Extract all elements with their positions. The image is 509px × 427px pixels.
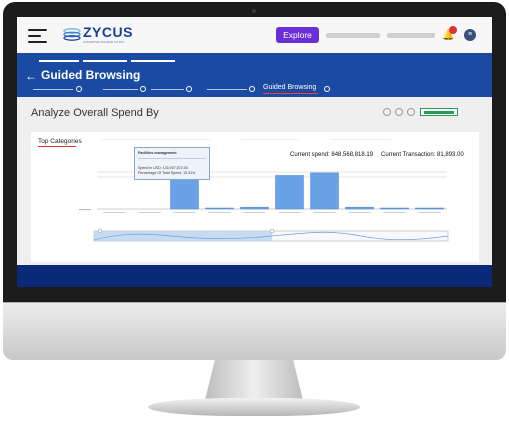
download-icon[interactable] <box>407 108 415 116</box>
tab-line-4 <box>207 89 247 90</box>
x-axis-label-placeholder <box>208 212 231 213</box>
tooltip-spend: Spend in USD: 130,007,572.00 <box>138 166 188 170</box>
tab-step-5[interactable] <box>324 86 330 92</box>
chart-bar <box>380 207 409 210</box>
guided-browsing-header: ← Guided Browsing Guided Browsing <box>17 53 492 97</box>
step-progress-2 <box>83 60 127 62</box>
active-tab-underline <box>263 93 318 94</box>
chart-card: Top Categories Current spend: 848,568,81… <box>31 132 479 262</box>
chart-bar <box>415 207 444 210</box>
action-button[interactable] <box>420 108 458 116</box>
main-content: Analyze Overall Spend By Top Categories … <box>17 97 492 265</box>
range-handle-left <box>97 228 103 234</box>
step-progress-1 <box>39 60 79 62</box>
tab-step-4[interactable] <box>249 86 255 92</box>
section-title: Analyze Overall Spend By <box>31 107 159 119</box>
range-navigator-selection <box>94 231 272 241</box>
logo-tagline: COGNITIVE SOURCE TO PAY <box>83 40 125 44</box>
monitor-chin <box>3 302 506 360</box>
explore-button[interactable]: Explore <box>276 27 319 43</box>
webcam-dot <box>252 9 256 13</box>
x-axis-label-placeholder <box>418 212 441 213</box>
x-axis-label-placeholder <box>383 212 406 213</box>
tooltip-heading: Facilities management <box>138 151 177 155</box>
x-axis-label-placeholder <box>173 212 196 213</box>
logo-text: ZYCUS <box>83 24 133 40</box>
tab-step-3[interactable] <box>186 86 192 92</box>
monitor-stand-neck <box>205 360 303 400</box>
chart-bar <box>205 207 234 210</box>
tooltip-percentage: Percentage Of Total Spend: 15.31% <box>138 171 196 175</box>
chart-bar <box>240 206 269 210</box>
y-axis-tick-placeholder <box>79 209 91 211</box>
monitor-stand-base <box>148 398 360 416</box>
header-placeholder-link-1[interactable] <box>326 33 380 38</box>
x-axis-label-placeholder <box>138 212 161 213</box>
top-bar: ZYCUS COGNITIVE SOURCE TO PAY Explore 🔔 … <box>17 17 492 53</box>
app-screen: ZYCUS COGNITIVE SOURCE TO PAY Explore 🔔 … <box>17 17 492 287</box>
page-title: Guided Browsing <box>41 68 141 82</box>
range-handle-right <box>269 228 275 234</box>
hamburger-menu-icon[interactable] <box>28 29 47 43</box>
chart-bar <box>275 175 304 210</box>
x-axis-label-placeholder <box>313 212 336 213</box>
tab-guided-browsing[interactable]: Guided Browsing <box>263 84 316 91</box>
x-axis-label-placeholder <box>103 212 126 213</box>
x-axis-label-placeholder <box>348 212 371 213</box>
chart-type-icon[interactable] <box>383 108 391 116</box>
chart-bar <box>170 175 199 210</box>
top-categories-chart <box>79 171 449 242</box>
tab-step-2[interactable] <box>140 86 146 92</box>
x-axis-label-placeholder <box>278 212 301 213</box>
header-placeholder-link-2[interactable] <box>387 33 435 38</box>
footer-bar <box>17 265 492 287</box>
chart-bar <box>345 206 374 210</box>
chart-bar <box>310 172 339 210</box>
x-axis-label-placeholder <box>243 212 266 213</box>
tab-line-1 <box>33 89 73 90</box>
tab-step-1[interactable] <box>76 86 82 92</box>
notification-badge <box>449 26 457 34</box>
table-view-icon[interactable] <box>395 108 403 116</box>
tab-line-3 <box>151 89 184 90</box>
tab-line-2 <box>103 89 138 90</box>
user-avatar[interactable]: ≡ <box>464 29 476 41</box>
back-arrow-icon[interactable]: ← <box>25 69 37 83</box>
zycus-logo-icon <box>63 28 81 41</box>
chart-tooltip: Facilities management Spend in USD: 130,… <box>134 147 210 180</box>
tooltip-divider <box>138 158 206 159</box>
step-progress-3 <box>131 60 175 62</box>
